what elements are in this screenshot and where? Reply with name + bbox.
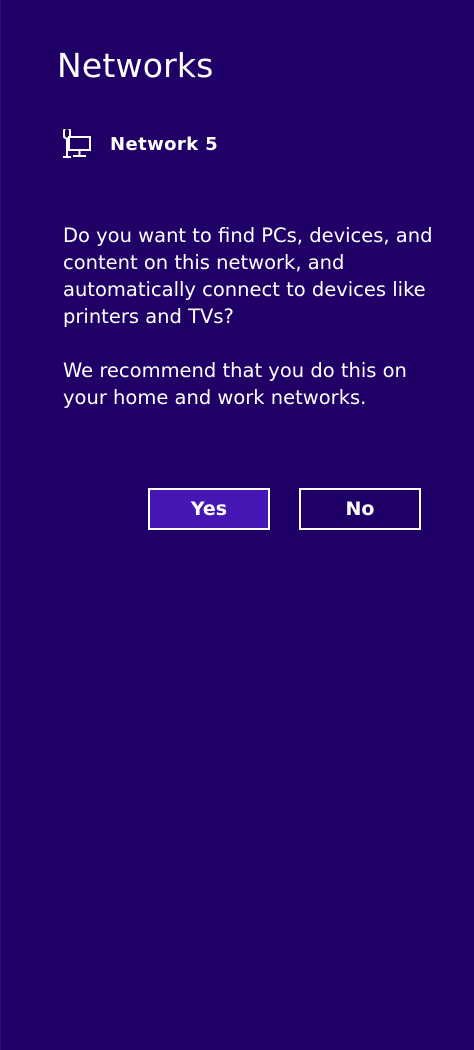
network-name: Network 5 <box>110 133 219 155</box>
pane-title: Networks <box>57 46 214 85</box>
sharing-question: Do you want to find PCs, devices, and co… <box>63 224 433 328</box>
networks-pane: Networks Network 5 Do you want to find P… <box>0 0 474 1050</box>
yes-button[interactable]: Yes <box>148 488 270 530</box>
no-button[interactable]: No <box>299 488 421 530</box>
sharing-recommendation: We recommend that you do this on your ho… <box>63 359 407 409</box>
wired-network-pc-icon <box>59 127 93 159</box>
network-row: Network 5 <box>59 127 219 160</box>
